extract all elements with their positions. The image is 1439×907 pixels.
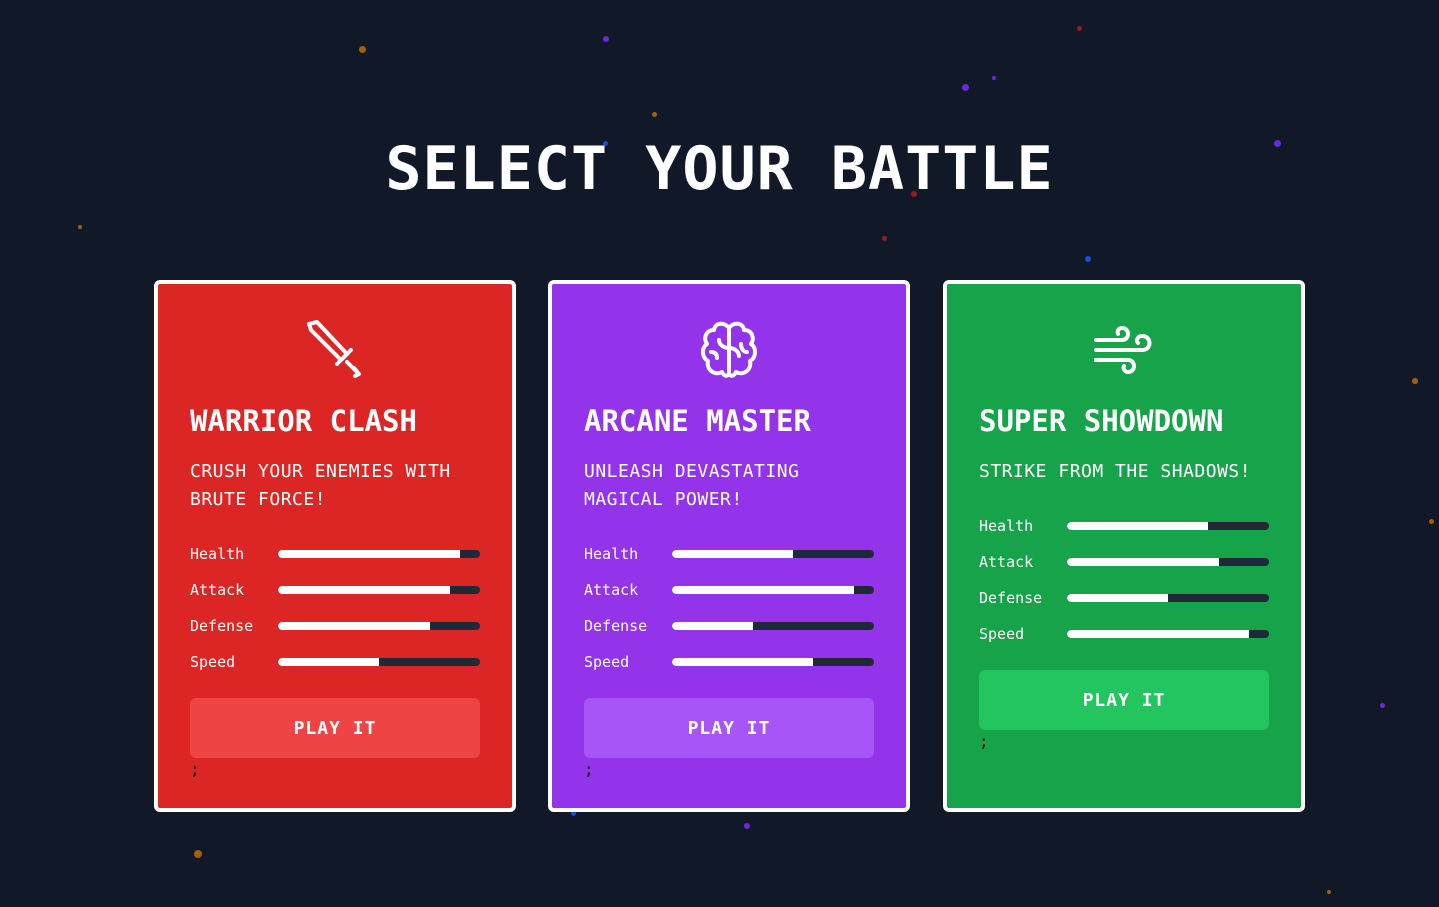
particle (78, 225, 82, 229)
stat-row-defense: Defense (584, 608, 874, 644)
stat-label: Health (190, 545, 245, 563)
particle (882, 236, 887, 241)
stat-row-speed: Speed (190, 644, 480, 680)
particle (359, 46, 366, 53)
card-title: WARRIOR CLASH (190, 404, 417, 438)
stat-label: Health (979, 517, 1034, 535)
stat-fill (1067, 594, 1168, 602)
stat-row-attack: Attack (190, 572, 480, 608)
stat-label: Attack (979, 553, 1034, 571)
stray-text: ; (979, 732, 989, 751)
stat-label: Health (584, 545, 639, 563)
stat-bar-health (278, 550, 480, 558)
stat-bar-attack (278, 586, 480, 594)
stat-bar-health (672, 550, 874, 558)
play-button[interactable]: PLAY IT (190, 698, 480, 758)
stats-list: Health Attack Defense Speed (979, 508, 1269, 652)
stat-row-defense: Defense (190, 608, 480, 644)
stat-bar-defense (278, 622, 480, 630)
stat-row-health: Health (190, 536, 480, 572)
particle (1327, 890, 1331, 894)
stat-label: Speed (190, 653, 236, 671)
battle-card-arcane-master: ARCANE MASTER UNLEASH DEVASTATING MAGICA… (548, 280, 910, 812)
stray-text: ; (190, 760, 200, 779)
stat-fill (1067, 558, 1219, 566)
wind-icon (1094, 326, 1152, 374)
particle (744, 823, 750, 829)
battle-card-warrior-clash: WARRIOR CLASH CRUSH YOUR ENEMIES WITH BR… (154, 280, 516, 812)
stat-row-speed: Speed (979, 616, 1269, 652)
stat-label: Defense (584, 617, 648, 635)
card-title: ARCANE MASTER (584, 404, 811, 438)
particle (1085, 256, 1091, 262)
stat-fill (1067, 630, 1249, 638)
stat-fill (278, 586, 450, 594)
stray-text: ; (584, 760, 594, 779)
stat-bar-speed (672, 658, 874, 666)
particle (1380, 703, 1385, 708)
play-button[interactable]: PLAY IT (584, 698, 874, 758)
particle (992, 76, 996, 80)
stat-label: Attack (584, 581, 639, 599)
stat-label: Speed (979, 625, 1025, 643)
stat-row-speed: Speed (584, 644, 874, 680)
play-button[interactable]: PLAY IT (979, 670, 1269, 730)
stat-label: Defense (979, 589, 1043, 607)
particle (1412, 378, 1418, 384)
stat-row-attack: Attack (979, 544, 1269, 580)
stat-row-health: Health (584, 536, 874, 572)
card-description: UNLEASH DEVASTATING MAGICAL POWER! (584, 461, 800, 510)
card-description: CRUSH YOUR ENEMIES WITH BRUTE FORCE! (190, 461, 451, 510)
page-title: SELECT YOUR BATTLE (385, 134, 1054, 204)
stat-bar-defense (672, 622, 874, 630)
battle-card-super-showdown: SUPER SHOWDOWN STRIKE FROM THE SHADOWS! … (943, 280, 1305, 812)
brain-icon (701, 321, 757, 378)
card-description: STRIKE FROM THE SHADOWS! (979, 461, 1252, 482)
stat-fill (672, 550, 794, 558)
stat-bar-speed (1067, 630, 1269, 638)
particle (652, 112, 657, 117)
stat-fill (278, 658, 379, 666)
stats-list: Health Attack Defense Speed (584, 536, 874, 680)
stat-bar-attack (1067, 558, 1269, 566)
stat-fill (278, 550, 460, 558)
card-title: SUPER SHOWDOWN (979, 404, 1224, 438)
stat-fill (672, 658, 814, 666)
particle (1077, 26, 1082, 31)
stat-bar-speed (278, 658, 480, 666)
stat-row-attack: Attack (584, 572, 874, 608)
battle-select-screen: SELECT YOUR BATTLE WARRIOR CLASH CRUSH Y… (0, 0, 1439, 907)
stat-fill (278, 622, 430, 630)
stat-fill (1067, 522, 1209, 530)
stat-label: Defense (190, 617, 254, 635)
particle (603, 36, 609, 42)
stat-fill (672, 622, 753, 630)
stat-label: Attack (190, 581, 245, 599)
stat-bar-attack (672, 586, 874, 594)
particle (962, 84, 969, 91)
stat-row-defense: Defense (979, 580, 1269, 616)
stat-bar-defense (1067, 594, 1269, 602)
stats-list: Health Attack Defense Speed (190, 536, 480, 680)
stat-label: Speed (584, 653, 630, 671)
stat-fill (672, 586, 854, 594)
sword-icon (307, 320, 361, 378)
stat-bar-health (1067, 522, 1269, 530)
particle (194, 850, 202, 858)
stat-row-health: Health (979, 508, 1269, 544)
particle (1429, 519, 1434, 524)
